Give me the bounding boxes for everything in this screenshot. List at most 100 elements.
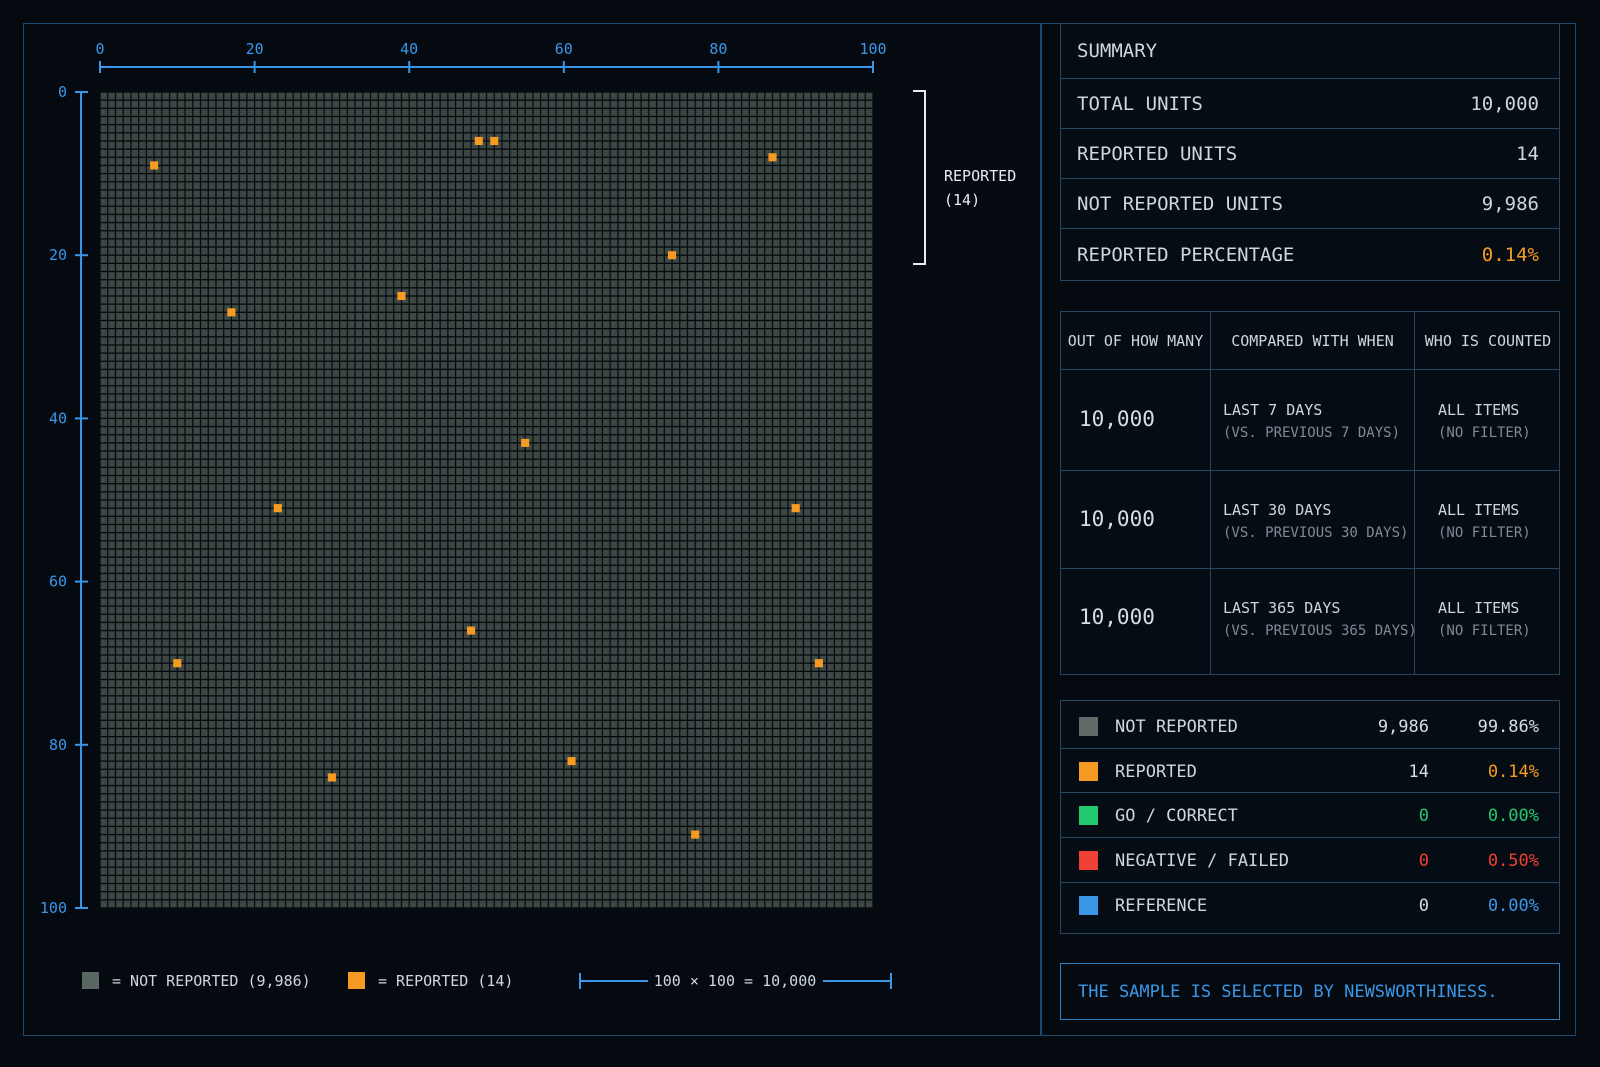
grid-cell [348, 142, 354, 149]
grid-cell [649, 435, 655, 442]
grid-cell [240, 231, 246, 238]
grid-cell [750, 240, 756, 247]
grid-cell [325, 191, 331, 198]
grid-cell [487, 297, 493, 304]
grid-cell [812, 142, 818, 149]
grid-cell [611, 452, 617, 459]
grid-cell [224, 427, 230, 434]
grid-cell [425, 142, 431, 149]
grid-cell [340, 101, 346, 108]
grid-cell [781, 288, 787, 295]
grid-cell [394, 125, 400, 132]
grid-cell [379, 354, 385, 361]
grid-cell [441, 109, 447, 116]
grid-cell [789, 297, 795, 304]
grid-cell [773, 378, 779, 385]
grid-cell [217, 109, 223, 116]
grid-cell [271, 370, 277, 377]
grid-cell [247, 133, 253, 140]
grid-cell [309, 435, 315, 442]
grid-cell [325, 248, 331, 255]
grid-cell [456, 117, 462, 124]
grid-cell [178, 427, 184, 434]
grid-cell [309, 223, 315, 230]
grid-cell [294, 272, 300, 279]
grid-cell [333, 444, 339, 451]
grid-cell [572, 329, 578, 336]
grid-cell [719, 378, 725, 385]
grid-cell [340, 378, 346, 385]
grid-cell [626, 280, 632, 287]
grid-cell [402, 199, 408, 206]
grid-cell [139, 125, 145, 132]
grid-cell [704, 223, 710, 230]
grid-cell [348, 346, 354, 353]
grid-cell [719, 133, 725, 140]
grid-cell [804, 403, 810, 410]
grid-cell [657, 444, 663, 451]
grid-cell [850, 199, 856, 206]
grid-cell [673, 484, 679, 491]
grid-cell [363, 468, 369, 475]
grid-cell [433, 492, 439, 499]
grid-cell [387, 452, 393, 459]
grid-cell [812, 93, 818, 100]
grid-cell [255, 403, 261, 410]
grid-cell [240, 419, 246, 426]
grid-cell [812, 305, 818, 312]
grid-cell [325, 419, 331, 426]
grid-cell [340, 223, 346, 230]
grid-cell [564, 288, 570, 295]
grid-cell [495, 182, 501, 189]
grid-cell [534, 150, 540, 157]
grid-cell [124, 305, 130, 312]
grid-cell [363, 142, 369, 149]
grid-cell [665, 182, 671, 189]
grid-cell [209, 468, 215, 475]
grid-cell [108, 411, 114, 418]
grid-cell [394, 411, 400, 418]
grid-cell [588, 403, 594, 410]
grid-cell [595, 476, 601, 483]
grid-cell [796, 395, 802, 402]
grid-cell [186, 403, 192, 410]
grid-cell [371, 484, 377, 491]
grid-cell [247, 419, 253, 426]
grid-cell [479, 207, 485, 214]
grid-cell [680, 117, 686, 124]
grid-cell [394, 476, 400, 483]
grid-cell [704, 337, 710, 344]
grid-cell [333, 427, 339, 434]
grid-cell [108, 419, 114, 426]
grid-cell [363, 182, 369, 189]
grid-cell [255, 476, 261, 483]
grid-cell [541, 346, 547, 353]
grid-cell [781, 346, 787, 353]
grid-cell [147, 484, 153, 491]
grid-cell [232, 133, 238, 140]
grid-cell [363, 427, 369, 434]
grid-cell [116, 93, 122, 100]
grid-cell [704, 256, 710, 263]
grid-cell [626, 207, 632, 214]
grid-cell [657, 395, 663, 402]
grid-cell [425, 403, 431, 410]
grid-cell [812, 468, 818, 475]
grid-cell [564, 484, 570, 491]
grid-cell [201, 101, 207, 108]
grid-cell [626, 395, 632, 402]
grid-cell [642, 354, 648, 361]
grid-cell [696, 337, 702, 344]
grid-cell [487, 280, 493, 287]
grid-cell [704, 101, 710, 108]
grid-cell [209, 215, 215, 222]
grid-cell [704, 419, 710, 426]
grid-cell [796, 150, 802, 157]
grid-cell [193, 411, 199, 418]
grid-cell [108, 223, 114, 230]
grid-cell [325, 117, 331, 124]
grid-cell [317, 109, 323, 116]
grid-cell [340, 166, 346, 173]
grid-cell [688, 346, 694, 353]
grid-cell [456, 101, 462, 108]
